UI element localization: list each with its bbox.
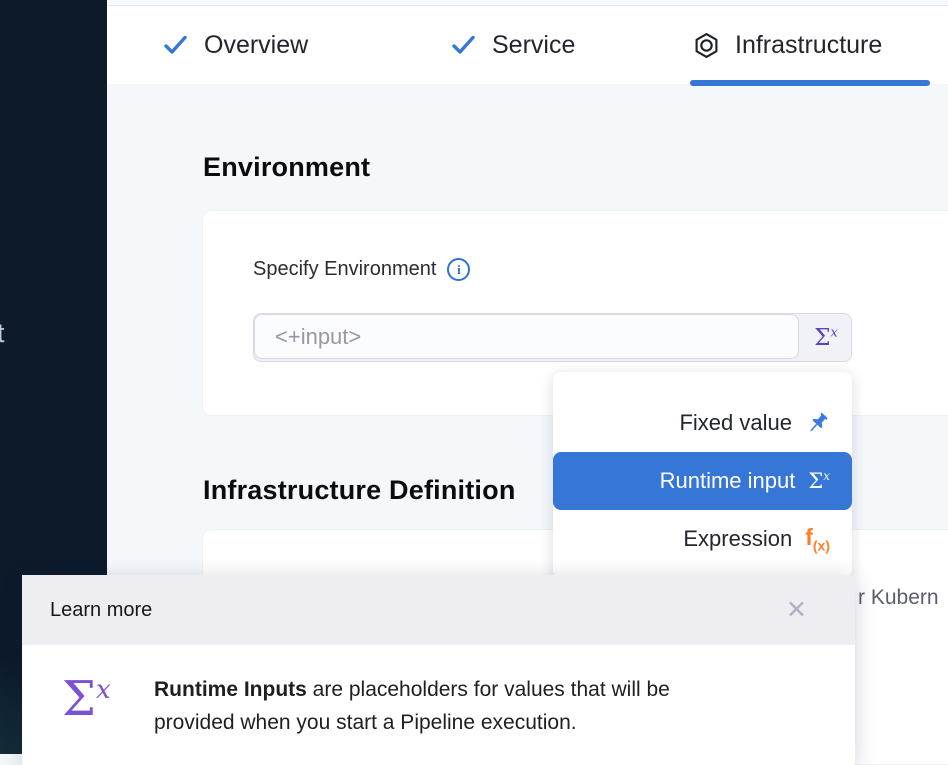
menu-item-runtime-input[interactable]: Runtime input Σx xyxy=(553,452,852,510)
partial-kubernetes-text: r Kubern xyxy=(858,586,948,610)
check-icon xyxy=(162,33,189,57)
sigma-x-icon: Σx xyxy=(62,671,154,739)
runtime-input-label: Runtime input xyxy=(660,468,796,494)
infrastructure-definition-heading: Infrastructure Definition xyxy=(203,475,516,506)
tab-service-label: Service xyxy=(492,31,575,60)
close-icon[interactable]: ✕ xyxy=(786,598,807,623)
check-icon xyxy=(450,33,477,57)
tab-overview[interactable]: Overview xyxy=(162,6,308,84)
hexagon-icon xyxy=(693,32,720,59)
tab-overview-label: Overview xyxy=(204,31,308,60)
popover-body: Σx Runtime Inputs are placeholders for v… xyxy=(22,645,855,739)
tab-infrastructure-label: Infrastructure xyxy=(735,31,882,60)
info-icon[interactable]: i xyxy=(447,258,470,281)
pin-icon xyxy=(805,411,830,436)
tab-infrastructure[interactable]: Infrastructure xyxy=(693,6,882,84)
environment-heading: Environment xyxy=(203,152,370,183)
fx-expression-icon: f(x) xyxy=(805,524,830,554)
sigma-x-icon: Σx xyxy=(814,325,838,351)
value-type-dropdown: Fixed value Runtime input Σx Expression … xyxy=(553,372,852,578)
popover-header: Learn more ✕ xyxy=(22,575,855,645)
popover-title: Learn more xyxy=(50,599,152,622)
active-tab-underline xyxy=(690,80,930,86)
expression-label: Expression xyxy=(683,526,792,552)
sidebar-truncated-text: t xyxy=(0,318,11,349)
runtime-input-type-button[interactable]: Σx xyxy=(801,314,851,361)
tab-service[interactable]: Service xyxy=(450,6,575,84)
learn-more-popover: Learn more ✕ Σx Runtime Inputs are place… xyxy=(22,575,855,765)
menu-item-expression[interactable]: Expression f(x) xyxy=(553,510,852,568)
menu-item-fixed-value[interactable]: Fixed value xyxy=(553,394,852,452)
fixed-value-label: Fixed value xyxy=(679,410,792,436)
environment-input[interactable] xyxy=(254,314,799,359)
specify-environment-label: Specify Environment xyxy=(253,258,436,281)
runtime-inputs-description: Runtime Inputs are placeholders for valu… xyxy=(154,671,670,739)
sigma-x-icon: Σx xyxy=(808,469,830,493)
environment-input-group: Σx xyxy=(253,313,852,362)
stage-tab-bar: Overview Service Infrastructure xyxy=(107,0,948,84)
